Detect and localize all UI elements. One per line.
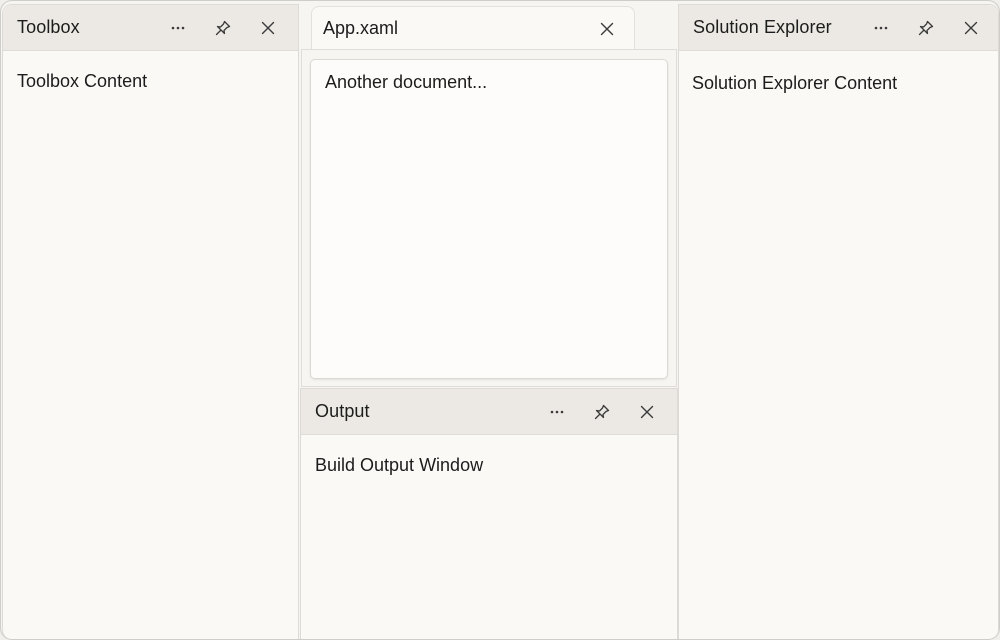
document-editor[interactable]: Another document... — [310, 59, 668, 379]
solution-explorer-pane: Solution Explorer Solution Explorer Cont… — [678, 4, 999, 639]
pin-icon[interactable] — [911, 13, 941, 43]
close-icon[interactable] — [956, 13, 986, 43]
pin-icon[interactable] — [208, 13, 238, 43]
output-header[interactable]: Output — [301, 389, 677, 435]
close-icon[interactable] — [632, 397, 662, 427]
close-icon[interactable] — [592, 14, 622, 44]
pin-icon[interactable] — [587, 397, 617, 427]
document-area: Another document... — [301, 49, 677, 387]
tab-app-xaml[interactable]: App.xaml — [311, 6, 635, 50]
toolbox-header[interactable]: Toolbox — [3, 5, 298, 51]
output-content: Build Output Window — [315, 455, 484, 475]
toolbox-pane: Toolbox Toolbox Content — [2, 4, 299, 639]
toolbox-content: Toolbox Content — [17, 71, 148, 91]
more-options-icon[interactable] — [163, 13, 193, 43]
more-options-icon[interactable] — [866, 13, 896, 43]
more-options-icon[interactable] — [542, 397, 572, 427]
tab-label: App.xaml — [323, 18, 399, 38]
solution-explorer-title: Solution Explorer — [693, 17, 832, 37]
output-pane: Output Build Output Window — [300, 388, 678, 639]
solution-explorer-header[interactable]: Solution Explorer — [679, 5, 998, 51]
solution-explorer-content: Solution Explorer Content — [692, 73, 898, 93]
solution-explorer-body: Solution Explorer Content — [679, 51, 998, 639]
toolbox-body: Toolbox Content — [3, 51, 298, 639]
output-title: Output — [315, 401, 370, 421]
toolbox-title: Toolbox — [17, 17, 80, 37]
close-icon[interactable] — [253, 13, 283, 43]
dock-window: Toolbox Toolbox Content App.xaml Another… — [0, 0, 1000, 640]
document-content: Another document... — [325, 72, 488, 92]
output-body: Build Output Window — [301, 435, 677, 639]
